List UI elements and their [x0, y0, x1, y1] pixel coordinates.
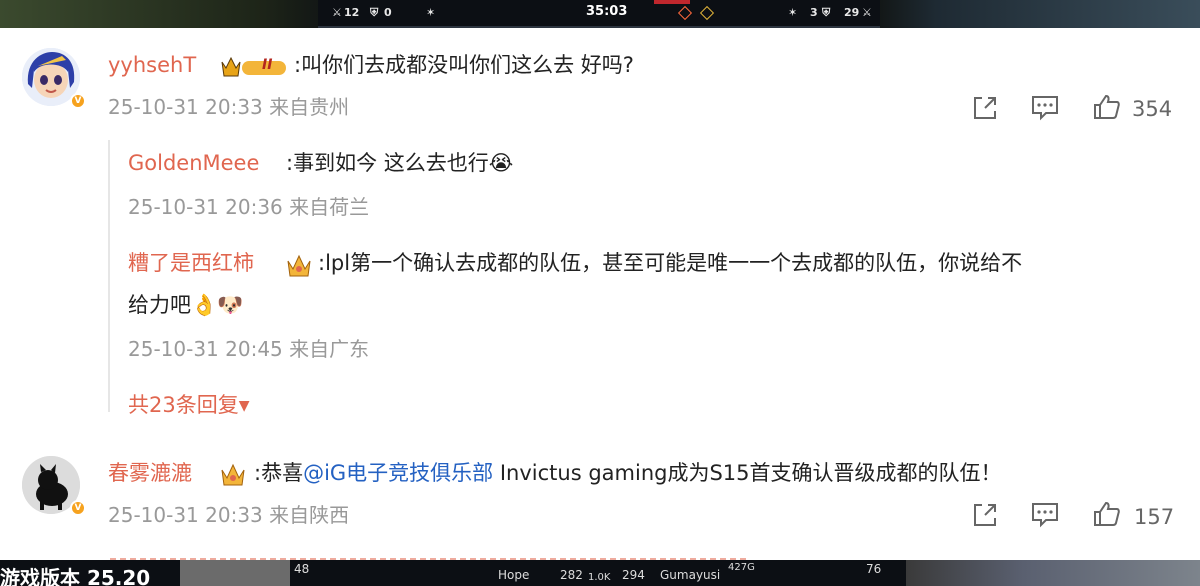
player-level: 48	[294, 562, 310, 576]
reply-thread-line	[108, 140, 116, 412]
reply-timestamp: 25-10-31 20:36	[128, 195, 283, 219]
reply-username[interactable]: GoldenMeee	[128, 150, 259, 176]
verified-badge-icon: V	[70, 93, 86, 109]
crown-icon	[284, 251, 314, 279]
reply-text-body: 给力吧	[128, 293, 191, 317]
like-count: 157	[1134, 505, 1175, 529]
level-badge: II	[216, 54, 290, 80]
like-icon[interactable]	[1092, 92, 1122, 122]
comment-text-suffix: Invictus gaming成为S15首支确认晋级成都的队伍！	[493, 461, 1002, 485]
game-scoreboard: ⚔ 12 ⛨ 0 ✶ 35:03 ✶ 3 ⛨ 29 ⚔	[318, 0, 880, 28]
player-cs: 282	[560, 568, 583, 582]
comment-timestamp: 25-10-31 20:33	[108, 503, 263, 527]
sword-icon: ⚔	[862, 6, 872, 19]
player-name: Hope	[498, 568, 530, 582]
like-count: 354	[1132, 97, 1173, 121]
reply-text-body: :事到如今 这么去也行	[286, 151, 489, 175]
like-icon[interactable]	[1092, 499, 1122, 529]
player-camera	[906, 560, 1200, 586]
reply-username[interactable]: 糟了是西红柿	[128, 250, 254, 276]
comment-username[interactable]: 春雾漉漉	[108, 460, 192, 486]
player-camera	[180, 560, 290, 586]
right-kills: 29	[844, 6, 860, 19]
verified-badge-icon: V	[70, 500, 86, 516]
share-icon[interactable]	[970, 93, 1000, 123]
comment-username[interactable]: yyhsehT	[108, 52, 196, 78]
comment-location: 来自贵州	[269, 95, 350, 119]
reply-time: 25-10-31 20:36 来自荷兰	[128, 194, 369, 220]
comment-icon[interactable]	[1030, 500, 1060, 530]
dragon-icon: ✶	[788, 6, 798, 19]
crown-icon	[218, 460, 248, 488]
comment-location: 来自陕西	[269, 503, 350, 527]
comment-icon[interactable]	[1030, 93, 1060, 123]
game-video-top: ⚔ 12 ⛨ 0 ✶ 35:03 ✶ 3 ⛨ 29 ⚔	[0, 0, 1200, 28]
comment-time: 25-10-31 20:33 来自贵州	[108, 94, 349, 120]
game-clock: 35:03	[586, 4, 628, 19]
right-towers: 3	[810, 6, 818, 19]
reply-text-line1: :lpl第一个确认去成都的队伍，甚至可能是唯一一个去成都的队伍，你说给不	[318, 251, 1023, 275]
more-replies-link[interactable]: 共23条回复▼	[128, 392, 250, 419]
objective-icon	[699, 5, 715, 21]
share-icon[interactable]	[970, 500, 1000, 530]
more-replies-label: 共23条回复	[128, 393, 239, 417]
comment-text: :恭喜@iG电子竞技俱乐部 Invictus gaming成为S15首支确认晋级…	[254, 460, 1002, 486]
reply-time: 25-10-31 20:45 来自广东	[128, 336, 369, 362]
mention-link[interactable]: @iG电子竞技俱乐部	[303, 461, 493, 485]
objective-icon	[677, 5, 693, 21]
reply-timestamp: 25-10-31 20:45	[128, 337, 283, 361]
sword-icon: ⚔	[332, 6, 342, 19]
comment-time: 25-10-31 20:33 来自陕西	[108, 502, 349, 528]
reply-text: :事到如今 这么去也行😭	[286, 150, 513, 176]
reply-text-line2: 给力吧👌🐶	[128, 292, 243, 318]
comment-timestamp: 25-10-31 20:33	[108, 95, 263, 119]
ok-dog-emoji-icon: 👌🐶	[191, 293, 244, 317]
player-gold: 427G	[728, 562, 755, 573]
dragon-icon: ✶	[426, 6, 436, 19]
game-video-bottom: 游戏版本 25.20 48 Hope 282 1.0K 294 Gumayusi…	[0, 560, 1200, 586]
reply-location: 来自广东	[289, 337, 370, 361]
red-marker	[654, 0, 690, 4]
tower-icon: ⛨	[822, 6, 831, 19]
gold-diff: 1.0K	[588, 572, 611, 583]
player-cs: 294	[622, 568, 645, 582]
player-name: Gumayusi	[660, 568, 721, 582]
player-level: 76	[866, 562, 882, 576]
tower-icon: ⛨	[370, 6, 379, 19]
left-towers: 0	[384, 6, 392, 19]
comment-text-prefix: :恭喜	[254, 461, 304, 485]
reply-location: 来自荷兰	[289, 195, 370, 219]
level-number: II	[262, 57, 273, 73]
comment-text: :叫你们去成都没叫你们这么去 好吗?	[294, 53, 634, 77]
left-kills: 12	[344, 6, 360, 19]
game-version-label: 游戏版本 25.20	[0, 566, 151, 586]
chevron-down-icon: ▼	[238, 398, 250, 414]
crying-emoji-icon: 😭	[488, 151, 514, 175]
